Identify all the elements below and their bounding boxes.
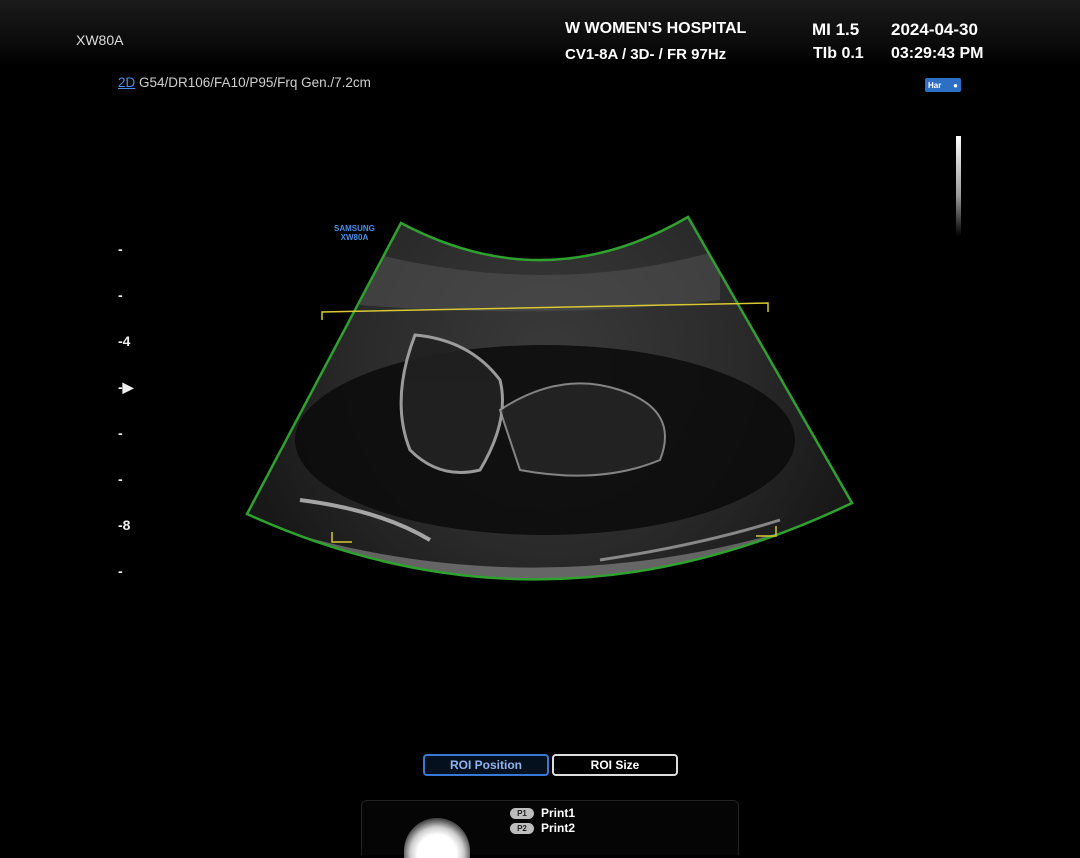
roi-size-button[interactable]: ROI Size <box>552 754 678 776</box>
scan-sector <box>247 217 852 580</box>
print1-label[interactable]: Print1 <box>541 806 575 820</box>
brand-watermark: SAMSUNG XW80A <box>334 224 375 242</box>
p1-badge[interactable]: P1 <box>510 808 534 819</box>
print2-label[interactable]: Print2 <box>541 821 575 835</box>
p2-badge[interactable]: P2 <box>510 823 534 834</box>
roi-position-button[interactable]: ROI Position <box>423 754 549 776</box>
ultrasound-image[interactable] <box>0 0 1080 854</box>
